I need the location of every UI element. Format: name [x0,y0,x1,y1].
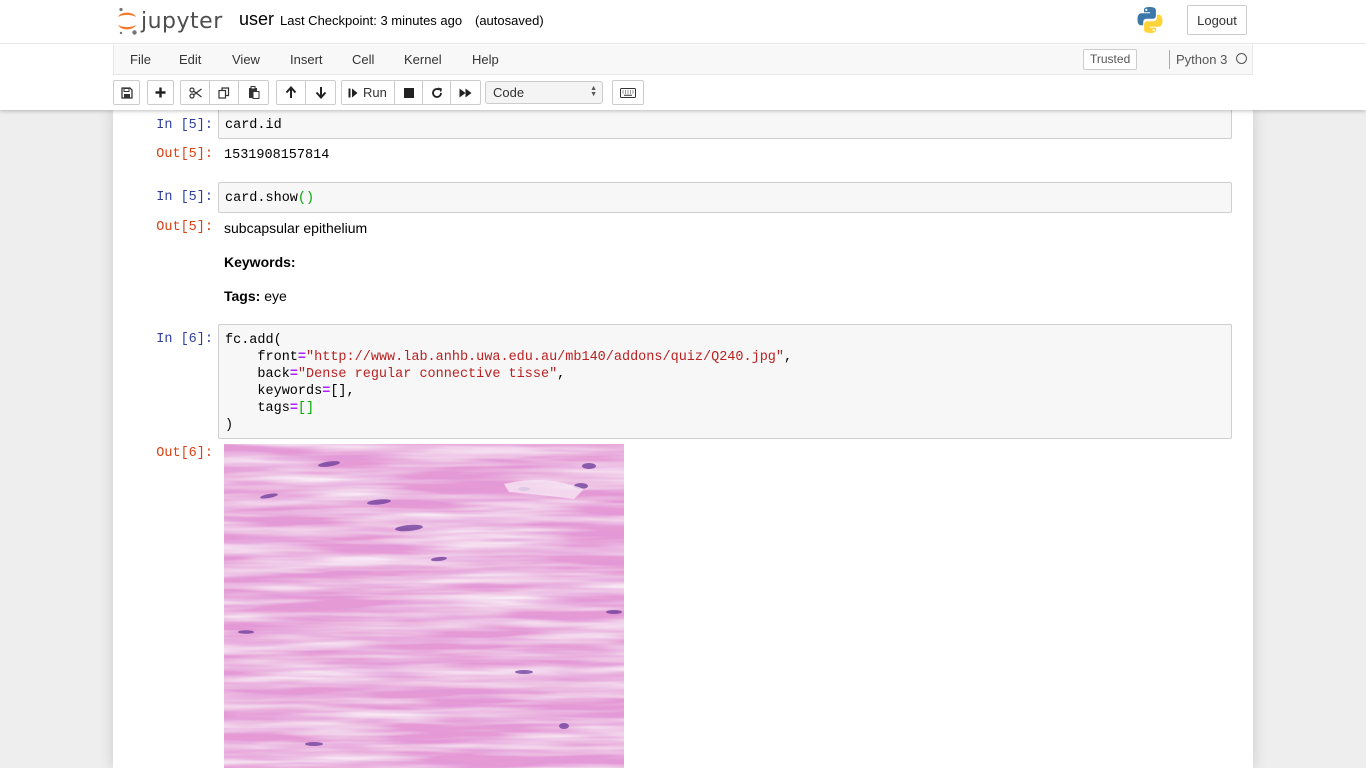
menu-kernel[interactable]: Kernel [404,52,442,67]
jupyter-logo[interactable]: jupyter [116,4,223,38]
code-line: fc.add( [225,333,282,348]
code-text: card.show() [219,183,1231,207]
move-down-button[interactable] [305,80,336,105]
menu-edit[interactable]: Edit [179,52,201,67]
code-line: keywords=[], [225,383,1231,400]
output-title: subcapsular epithelium [224,220,368,236]
code-arg-name: back [257,367,290,382]
menu-cell[interactable]: Cell [352,52,374,67]
run-button[interactable]: Run [341,80,395,105]
autosave-status: (autosaved) [475,13,544,28]
move-up-button[interactable] [276,80,306,105]
code-line: tags=[] [225,400,1231,417]
code-arg-name: front [257,350,298,365]
save-icon [120,86,133,99]
menu-file[interactable]: File [130,52,151,67]
copy-icon [218,86,230,99]
header: jupyter user Last Checkpoint: 3 minutes … [0,0,1366,110]
paste-button[interactable] [238,80,269,105]
code-operator: = [289,367,298,382]
arrow-down-icon [315,87,326,99]
code-list: [] [297,401,315,416]
output-prompt: Out[6]: [156,446,213,461]
interrupt-button[interactable] [394,80,423,105]
stop-icon [403,87,414,98]
code-operator: = [289,401,298,416]
arrow-up-icon [285,86,297,98]
restart-run-all-button[interactable] [450,80,481,105]
kernel-name: Python 3 [1176,52,1228,67]
output-text: 1531908157814 [224,148,330,163]
logout-button[interactable]: Logout [1187,5,1247,35]
tags-line: Tags: eye [224,288,287,304]
plus-icon [155,87,166,98]
restart-button[interactable] [422,80,451,105]
checkpoint-status: Last Checkpoint: 3 minutes ago [280,13,463,28]
output-image [224,444,624,768]
notebook-name[interactable]: user [239,9,274,30]
toolbar: Run Code ▲ ▼ [113,80,1253,106]
menubar: File Edit View Insert Cell Kernel Help T… [113,45,1253,75]
output-prompt: Out[5]: [156,220,213,235]
code-cell-input[interactable]: card.id [218,110,1232,139]
code-string: "Dense regular connective tisse" [297,367,558,382]
input-prompt: In [5]: [156,190,213,205]
input-prompt: In [6]: [156,332,213,347]
code-string: "http://www.lab.anhb.uwa.edu.au/mb140/ad… [306,350,785,365]
notebook-container: In [5]: card.id Out[5]: 1531908157814 In… [113,110,1253,768]
run-label: Run [363,85,387,100]
code-block: fc.add( front="http://www.lab.anhb.uwa.e… [219,325,1231,434]
copy-button[interactable] [209,80,239,105]
logo-text: jupyter [141,8,223,34]
cell-type-select[interactable]: Code ▲ ▼ [485,81,603,104]
command-palette-button[interactable] [612,80,644,105]
step-forward-icon [348,88,358,97]
cut-button[interactable] [180,80,210,105]
menu-insert[interactable]: Insert [290,52,323,67]
keywords-line: Keywords: [224,254,296,270]
restart-icon [431,87,442,98]
code-text: card.id [225,118,282,133]
input-prompt: In [5]: [156,118,213,133]
menu-view[interactable]: View [232,52,260,67]
code-arg-name: tags [257,401,290,416]
select-arrows-icon: ▲ ▼ [590,85,597,98]
code-list: [], [330,384,355,399]
insert-cell-button[interactable] [147,80,174,105]
tags-value: eye [264,288,287,304]
fast-forward-icon [459,88,472,97]
kernel-separator [1169,50,1170,69]
keywords-label: Keywords: [224,254,296,270]
trusted-indicator[interactable]: Trusted [1083,49,1138,70]
python-logo-icon [1137,7,1163,33]
code-parens: () [297,191,315,206]
code-arg-name: keywords [257,384,323,399]
output-prompt: Out[5]: [156,147,213,162]
header-top: jupyter user Last Checkpoint: 3 minutes … [0,0,1366,44]
code-line: ) [225,418,234,433]
paste-icon [248,86,259,99]
code-line: back="Dense regular connective tisse", [257,367,566,382]
jupyter-logo-icon [118,7,137,35]
keyboard-icon [620,87,636,98]
cell-type-value: Code [493,85,525,100]
kernel-idle-icon [1236,53,1247,64]
code-line: front="http://www.lab.anhb.uwa.edu.au/mb… [257,350,793,365]
tissue-micrograph [224,444,624,768]
cut-icon [188,86,202,99]
tags-label: Tags: [224,288,261,304]
code-function: card.show [225,191,298,206]
save-button[interactable] [113,80,140,105]
code-cell-input[interactable]: card.show() [218,182,1232,213]
menu-help[interactable]: Help [472,52,499,67]
code-operator: = [297,350,307,365]
code-cell-input[interactable]: fc.add( front="http://www.lab.anhb.uwa.e… [218,324,1232,439]
